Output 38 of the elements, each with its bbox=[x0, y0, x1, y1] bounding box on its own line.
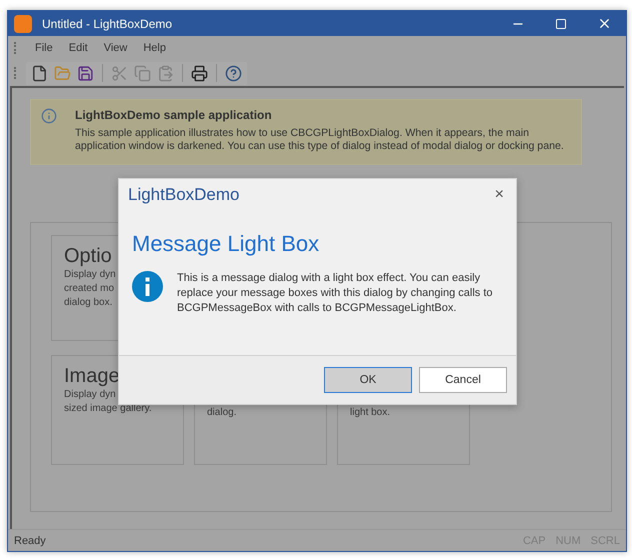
tile-text: dialog. bbox=[207, 406, 236, 420]
tile-text: dialog box. bbox=[64, 296, 112, 310]
menu-item[interactable]: Edit bbox=[62, 42, 95, 54]
save-icon bbox=[77, 64, 94, 82]
app-logo-icon bbox=[14, 14, 32, 32]
printer-button[interactable] bbox=[190, 64, 209, 82]
help-button[interactable] bbox=[224, 64, 243, 82]
scissors-icon bbox=[111, 64, 128, 82]
dialog-button[interactable]: Cancel bbox=[419, 367, 507, 393]
tile-text: Display dyn bbox=[64, 268, 116, 282]
close-icon[interactable] bbox=[597, 16, 612, 31]
menu-item[interactable]: View bbox=[96, 42, 134, 54]
status-text: Ready bbox=[14, 534, 47, 546]
dialog-button[interactable]: OK bbox=[324, 367, 412, 393]
help-icon bbox=[225, 64, 242, 82]
menu-item[interactable]: File bbox=[28, 42, 60, 54]
close-button[interactable]: × bbox=[492, 186, 506, 204]
tile-text: sized image gallery. bbox=[64, 402, 152, 416]
tile-title: Optio bbox=[64, 244, 112, 268]
info-icon bbox=[132, 271, 163, 302]
tile-title: Image bbox=[64, 364, 120, 388]
tile-text: Display dyn bbox=[64, 388, 116, 402]
menu-item[interactable]: Help bbox=[136, 42, 173, 54]
info-icon bbox=[41, 108, 57, 124]
new-file-button[interactable] bbox=[30, 64, 49, 82]
window-title: Untitled - LightBoxDemo bbox=[42, 16, 174, 30]
dialog-title: LightBoxDemo bbox=[128, 185, 240, 205]
printer-icon bbox=[191, 64, 208, 82]
save-button[interactable] bbox=[76, 64, 95, 82]
tile-text: created mo bbox=[64, 282, 114, 296]
info-text: This sample application illustrates how to use CBCGPLightBoxDialog. When it appears, the main application window is darkened. You can use this type of dialog instead of modal dialog or docking pane. bbox=[75, 127, 565, 153]
new-file-icon bbox=[31, 64, 48, 82]
copy-icon bbox=[134, 64, 151, 82]
info-title: LightBoxDemo sample application bbox=[75, 108, 273, 122]
tile-text: light box. bbox=[350, 406, 390, 420]
folder-icon bbox=[54, 64, 71, 82]
paste-icon bbox=[157, 64, 174, 82]
maximize-icon[interactable] bbox=[555, 18, 567, 30]
